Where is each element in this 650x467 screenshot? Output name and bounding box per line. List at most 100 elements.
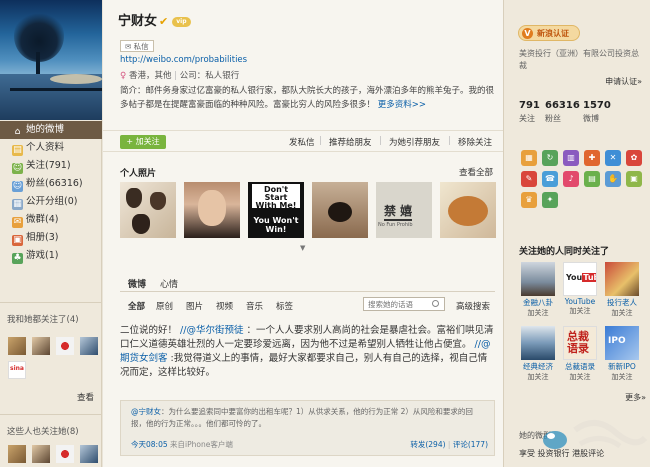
app-icon[interactable]: ▣ <box>626 171 642 187</box>
app-icon[interactable]: ✿ <box>626 150 642 166</box>
send-message-link[interactable]: 发私信 <box>289 136 315 148</box>
filter-images[interactable]: 图片 <box>186 300 203 312</box>
sina-logo-avatar[interactable]: sina <box>8 361 26 379</box>
suggested-user[interactable]: 总裁 语录 总裁语录 加关注 <box>561 326 599 382</box>
left-nav-item[interactable]: ☺ 粉丝(66316) <box>0 175 102 193</box>
suggested-user-name[interactable]: 总裁语录 <box>561 361 599 372</box>
filter-all[interactable]: 全部 <box>128 300 145 312</box>
suggested-user-name[interactable]: 金融八卦 <box>519 297 557 308</box>
app-icon[interactable]: ▦ <box>521 150 537 166</box>
filter-original[interactable]: 原创 <box>156 300 173 312</box>
filter-video[interactable]: 视频 <box>216 300 233 312</box>
profile-url-link[interactable]: http://weibo.com/probabilities <box>120 55 247 65</box>
sina-verified-badge[interactable]: V 新浪认证 <box>518 25 580 41</box>
app-icon[interactable]: ♛ <box>521 192 537 208</box>
suggested-user[interactable]: YouTube YouTube 加关注 <box>561 262 599 316</box>
suggested-follow-link[interactable]: 加关注 <box>519 308 557 318</box>
suggested-follow-link[interactable]: 加关注 <box>561 372 599 382</box>
mutual-avatar[interactable] <box>80 337 98 355</box>
mutual-avatar[interactable] <box>32 337 50 355</box>
app-icon[interactable]: ✦ <box>542 192 558 208</box>
vip-badge[interactable]: vip <box>172 17 191 27</box>
suggested-user-name[interactable]: YouTube <box>561 297 599 306</box>
apply-verification-link[interactable]: 申请认证» <box>605 76 642 87</box>
suggested-user-avatar[interactable]: YouTube <box>563 262 597 296</box>
photos-see-all-link[interactable]: 查看全部 <box>459 166 493 178</box>
photo-dont-start-with-me[interactable]: Don't Start With Me! You Won't Win! <box>248 182 304 238</box>
tab-mood[interactable]: 心情 <box>160 277 178 290</box>
mutual-avatar[interactable] <box>8 337 26 355</box>
app-icon[interactable]: ♪ <box>563 171 579 187</box>
app-icon[interactable]: ☎ <box>542 171 558 187</box>
more-suggestions-link[interactable]: 更多» <box>625 392 646 403</box>
suggested-follow-link[interactable]: 加关注 <box>561 306 599 316</box>
also-follow-avatar[interactable] <box>56 445 74 463</box>
stat-following[interactable]: 791 关注 <box>519 100 540 124</box>
suggested-user-name[interactable]: 投行老人 <box>603 297 641 308</box>
mutual-see-all-link[interactable]: 查看 <box>77 391 94 403</box>
suggested-user[interactable]: IPO 新新IPO 加关注 <box>603 326 641 382</box>
suggested-follow-link[interactable]: 加关注 <box>519 372 557 382</box>
also-follow-avatar[interactable] <box>32 445 50 463</box>
suggested-user-name[interactable]: 新新IPO <box>603 361 641 372</box>
suggested-user[interactable]: 投行老人 加关注 <box>603 262 641 318</box>
suggested-user[interactable]: 金融八卦 加关注 <box>519 262 557 318</box>
profile-avatar[interactable] <box>0 0 102 120</box>
quoted-author-link[interactable]: @宁财女 <box>131 407 161 416</box>
photo-dogs[interactable] <box>120 182 176 238</box>
introduce-friends-link[interactable]: 为她引荐朋友 <box>389 136 440 148</box>
suggested-user-avatar[interactable] <box>521 326 555 360</box>
left-nav-item[interactable]: ▦ 公开分组(0) <box>0 193 102 211</box>
app-icon[interactable]: ▤ <box>584 171 600 187</box>
remove-follow-link[interactable]: 移除关注 <box>458 136 492 148</box>
app-icon[interactable]: ✎ <box>521 171 537 187</box>
suggested-user-name[interactable]: 经典经济 <box>519 361 557 372</box>
photo-dog-nose[interactable] <box>312 182 368 238</box>
search-icon[interactable] <box>432 300 439 307</box>
comment-link[interactable]: 评论(177) <box>453 440 488 449</box>
suggested-follow-link[interactable]: 加关注 <box>603 372 641 382</box>
app-icon[interactable]: ✚ <box>584 150 600 166</box>
app-icon[interactable]: ✋ <box>605 171 621 187</box>
app-icon[interactable]: ✕ <box>605 150 621 166</box>
photo-sign[interactable]: 禁 嬉 No Fun Prohib <box>376 182 432 238</box>
quoted-time-link[interactable]: 今天08:05 <box>131 440 168 449</box>
also-follow-avatar[interactable] <box>8 445 26 463</box>
filter-music[interactable]: 音乐 <box>246 300 263 312</box>
also-follow-avatar[interactable] <box>80 445 98 463</box>
left-nav-item[interactable]: ▣ 相册(3) <box>0 229 102 247</box>
photos-expand-icon[interactable]: ▼ <box>300 244 305 252</box>
verified-v-icon[interactable]: ✔ <box>159 15 168 28</box>
private-message-button[interactable]: ✉ 私信 <box>120 40 154 52</box>
tab-weibo[interactable]: 微博 <box>128 277 146 290</box>
photo-fluffy-dog[interactable] <box>440 182 496 238</box>
left-nav-label: 她的微博 <box>26 124 65 135</box>
left-nav-item[interactable]: ♣ 游戏(1) <box>0 247 102 265</box>
suggested-user-avatar[interactable]: IPO <box>605 326 639 360</box>
app-icon[interactable]: ↻ <box>542 150 558 166</box>
left-nav-item[interactable]: ⌂ 她的微博 <box>0 121 102 139</box>
recommend-link[interactable]: 推荐给朋友 <box>329 136 372 148</box>
filter-tags[interactable]: 标签 <box>276 300 293 312</box>
suggested-user[interactable]: 经典经济 加关注 <box>519 326 557 382</box>
advanced-search-link[interactable]: 高级搜索 <box>456 300 490 312</box>
stat-fans[interactable]: 66316 粉丝 <box>545 100 580 124</box>
photo-woman[interactable] <box>184 182 240 238</box>
follow-button[interactable]: + 加关注 <box>120 135 166 149</box>
suggested-user-avatar[interactable] <box>605 262 639 296</box>
repost-link[interactable]: 转发(294) <box>410 440 445 449</box>
left-nav-item[interactable]: ✉ 微群(4) <box>0 211 102 229</box>
post-mention[interactable]: //@华尔街预徒 <box>180 325 243 336</box>
suggested-follow-link[interactable]: 加关注 <box>603 308 641 318</box>
mutual-avatar[interactable] <box>56 337 74 355</box>
profile-more-link[interactable]: 更多资料>> <box>378 100 426 110</box>
suggested-user-avatar[interactable]: 总裁 语录 <box>563 326 597 360</box>
left-nav-item[interactable]: ☺ 关注(791) <box>0 157 102 175</box>
stat-posts[interactable]: 1570 微博 <box>583 100 611 124</box>
suggested-user-avatar[interactable] <box>521 262 555 296</box>
post-text: :我觉得道义上的事情，最好大家都要求自己，别人有自己的选择，视自己情况而定，这样… <box>120 353 488 378</box>
her-groups-list[interactable]: 享受 投资银行 港股评论 <box>519 448 604 459</box>
left-nav-item[interactable]: ▤ 个人资料 <box>0 139 102 157</box>
profile-url[interactable]: http://weibo.com/probabilities <box>120 55 247 65</box>
app-icon[interactable]: ▥ <box>563 150 579 166</box>
